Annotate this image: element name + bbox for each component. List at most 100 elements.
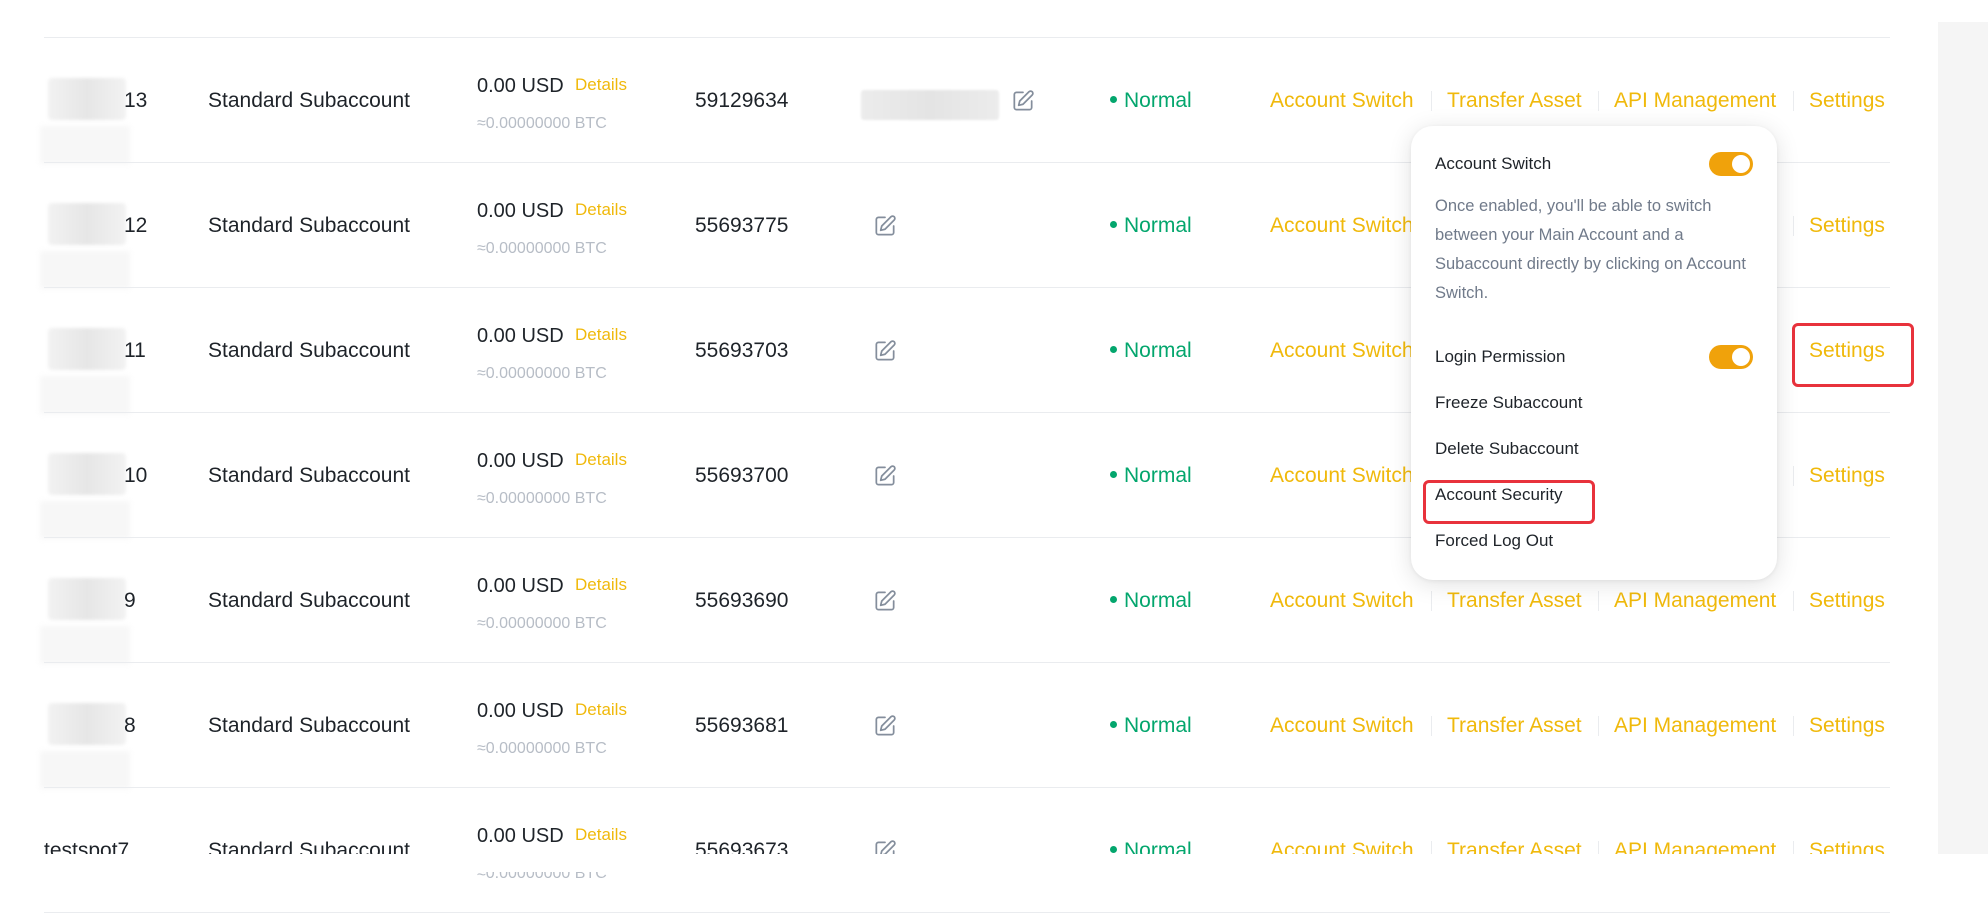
action-separator — [1793, 591, 1794, 611]
status-label: Normal — [1124, 214, 1192, 237]
edit-icon[interactable] — [872, 463, 898, 489]
action-separator — [1793, 91, 1794, 111]
settings-link[interactable]: Settings — [1809, 163, 1885, 288]
balance-btc: ≈0.00000000 BTC — [477, 365, 607, 382]
action-separator — [1598, 591, 1599, 611]
bottom-edge — [0, 854, 1988, 872]
settings-link[interactable]: Settings — [1809, 663, 1885, 788]
balance-usd: 0.00 USD — [477, 700, 564, 722]
details-link[interactable]: Details — [575, 825, 627, 845]
balance-usd: 0.00 USD — [477, 825, 564, 847]
status-label: Normal — [1124, 589, 1192, 612]
redacted-name — [48, 453, 126, 495]
action-separator — [1598, 91, 1599, 111]
details-link[interactable]: Details — [575, 75, 627, 95]
account-switch-link[interactable]: Account Switch — [1270, 538, 1414, 663]
action-separator — [1793, 716, 1794, 736]
status-dot-icon — [1110, 845, 1117, 853]
settings-link[interactable]: Settings — [1809, 413, 1885, 538]
subaccount-name-cell: 13 — [0, 38, 150, 163]
balance-btc: ≈0.00000000 BTC — [477, 615, 607, 632]
balance-btc: ≈0.00000000 BTC — [477, 740, 607, 757]
account-switch-link[interactable]: Account Switch — [1270, 163, 1414, 288]
account-switch-label: Account Switch — [1435, 154, 1552, 173]
settings-highlight — [1792, 323, 1914, 387]
subaccount-name-suffix: 12 — [124, 214, 148, 237]
subaccount-name-suffix: 8 — [124, 714, 136, 737]
login-permission-toggle[interactable] — [1709, 345, 1753, 369]
account-switch-toggle[interactable] — [1709, 152, 1753, 176]
subaccount-name-cell: 10 — [0, 413, 150, 538]
status-text: Normal — [1110, 663, 1192, 788]
action-separator — [1431, 591, 1432, 611]
details-link[interactable]: Details — [575, 325, 627, 345]
account-switch-link[interactable]: Account Switch — [1270, 788, 1414, 913]
subaccount-uid: 59129634 — [695, 89, 789, 112]
balance-cell: 0.00 USD Details ≈0.00000000 BTC — [477, 788, 677, 913]
action-separator — [1431, 91, 1432, 111]
subaccount-uid: 55693681 — [695, 714, 789, 737]
right-side-panel — [1938, 22, 1988, 854]
balance-usd: 0.00 USD — [477, 200, 564, 222]
status-dot-icon — [1110, 595, 1117, 603]
api-management-link[interactable]: API Management — [1614, 663, 1776, 788]
settings-link[interactable]: Settings — [1809, 788, 1885, 913]
subaccount-name-cell: 12 — [0, 163, 150, 288]
forced-log-out-item[interactable]: Forced Log Out — [1435, 531, 1553, 551]
account-switch-link[interactable]: Account Switch — [1270, 663, 1414, 788]
status-text: Normal — [1110, 538, 1192, 663]
api-management-link[interactable]: API Management — [1614, 788, 1776, 913]
status-dot-icon — [1110, 345, 1117, 353]
subaccount-name-suffix: 13 — [124, 89, 148, 112]
subaccount-name-cell: 11 — [0, 288, 150, 413]
action-separator — [1793, 216, 1794, 236]
redacted-name — [48, 78, 126, 120]
redacted-name — [48, 328, 126, 370]
account-type: Standard Subaccount — [208, 339, 410, 362]
freeze-subaccount-item[interactable]: Freeze Subaccount — [1435, 393, 1582, 413]
status-text: Normal — [1110, 788, 1192, 913]
details-link[interactable]: Details — [575, 450, 627, 470]
account-switch-link[interactable]: Account Switch — [1270, 38, 1414, 163]
redacted-name — [48, 203, 126, 245]
balance-btc: ≈0.00000000 BTC — [477, 490, 607, 507]
status-label: Normal — [1124, 339, 1192, 362]
balance-cell: 0.00 USD Details ≈0.00000000 BTC — [477, 413, 677, 538]
balance-cell: 0.00 USD Details ≈0.00000000 BTC — [477, 163, 677, 288]
edit-icon[interactable] — [1010, 88, 1036, 114]
status-text: Normal — [1110, 163, 1192, 288]
account-type: Standard Subaccount — [208, 89, 410, 112]
subaccount-name-suffix: 11 — [124, 339, 146, 362]
subaccount-name-suffix: 10 — [124, 464, 148, 487]
account-switch-description: Once enabled, you'll be able to switch b… — [1435, 197, 1746, 302]
edit-icon[interactable] — [872, 588, 898, 614]
settings-link[interactable]: Settings — [1809, 538, 1885, 663]
account-switch-link[interactable]: Account Switch — [1270, 413, 1414, 538]
status-label: Normal — [1124, 714, 1192, 737]
transfer-asset-link[interactable]: Transfer Asset — [1447, 788, 1582, 913]
account-type: Standard Subaccount — [208, 714, 410, 737]
toggle-knob — [1732, 155, 1750, 173]
edit-icon[interactable] — [872, 213, 898, 239]
details-link[interactable]: Details — [575, 575, 627, 595]
subaccount-name-cell: 8 — [0, 663, 150, 788]
redacted-name — [48, 578, 126, 620]
balance-btc: ≈0.00000000 BTC — [477, 240, 607, 257]
status-label: Normal — [1124, 89, 1192, 112]
action-separator — [1431, 716, 1432, 736]
delete-subaccount-item[interactable]: Delete Subaccount — [1435, 439, 1579, 459]
details-link[interactable]: Details — [575, 700, 627, 720]
edit-icon[interactable] — [872, 713, 898, 739]
settings-link[interactable]: Settings — [1809, 38, 1885, 163]
redacted-name — [48, 703, 126, 745]
balance-usd: 0.00 USD — [477, 450, 564, 472]
transfer-asset-link[interactable]: Transfer Asset — [1447, 663, 1582, 788]
table-row: 8 Standard Subaccount 0.00 USD Details ≈… — [0, 663, 1890, 788]
account-switch-link[interactable]: Account Switch — [1270, 288, 1414, 413]
subaccount-name-suffix: 9 — [124, 589, 136, 612]
edit-icon[interactable] — [872, 338, 898, 364]
account-type: Standard Subaccount — [208, 214, 410, 237]
details-link[interactable]: Details — [575, 200, 627, 220]
subaccount-name: testspot7 — [44, 839, 130, 862]
balance-cell: 0.00 USD Details ≈0.00000000 BTC — [477, 538, 677, 663]
